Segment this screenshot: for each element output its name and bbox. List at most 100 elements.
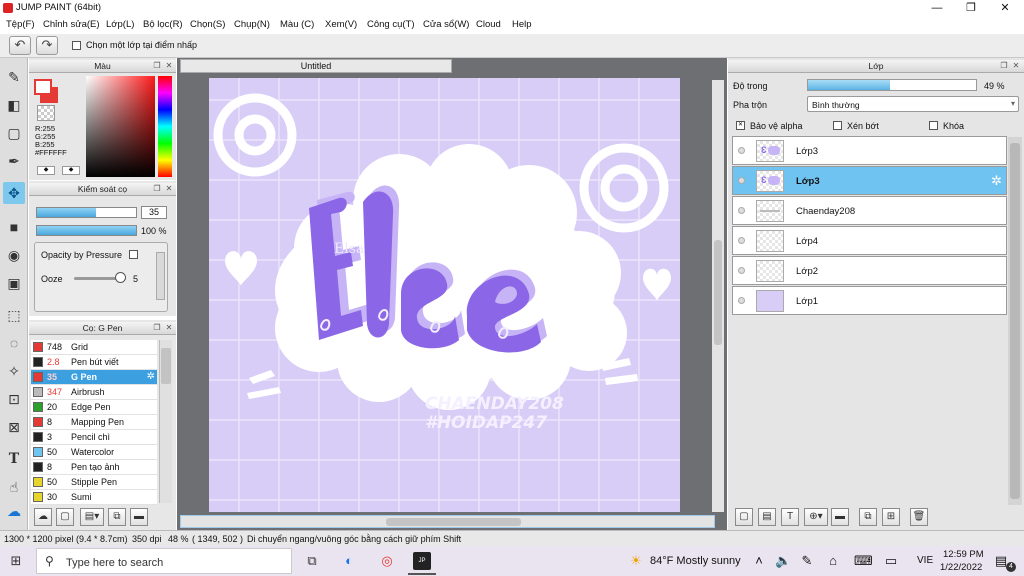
brush-copy-icon[interactable]: ⧉	[108, 508, 126, 526]
undo-button[interactable]: ↶	[9, 36, 31, 55]
primary-color-swatch[interactable]	[34, 79, 52, 95]
ooze-slider-thumb[interactable]	[115, 272, 126, 283]
tray-chevron-icon[interactable]: ˄	[752, 553, 766, 569]
taskbar-search[interactable]: ⚲ Type here to search	[36, 548, 292, 574]
layer-opacity-slider[interactable]	[807, 79, 977, 91]
select-eraser-tool-icon[interactable]: ⊠	[3, 416, 25, 438]
panel-close-icon[interactable]: ✕	[1011, 61, 1021, 71]
canvas-horizontal-scrollbar[interactable]	[180, 515, 715, 528]
brush-menu-icon[interactable]: ▤▾	[80, 508, 104, 526]
volume-icon[interactable]: 🔈	[775, 553, 791, 569]
brush-list-item[interactable]: 2.8 Pen bút viết	[31, 355, 157, 370]
layer-settings-icon[interactable]: ✲	[991, 173, 1002, 189]
edge-browser-icon[interactable]: ◐	[340, 553, 358, 569]
maximize-button[interactable]: ❐	[954, 0, 988, 17]
lock-checkbox[interactable]	[929, 120, 938, 131]
select-layer-checkbox[interactable]	[72, 40, 81, 51]
clipping-checkbox[interactable]	[833, 120, 842, 131]
gradient-tool-icon[interactable]: ▣	[3, 272, 25, 294]
menu-help[interactable]: Help	[512, 19, 532, 30]
canvas[interactable]: Elsa CHAENDAY208 #HOIDAP247	[209, 78, 680, 512]
menu-layer[interactable]: Lớp(L)	[106, 19, 134, 30]
fill-rect-tool-icon[interactable]: ■	[3, 216, 25, 238]
menu-capture[interactable]: Chụp(N)	[234, 19, 270, 30]
weather-text[interactable]: 84°F Mostly sunny	[650, 555, 741, 567]
panel-float-icon[interactable]: ❐	[152, 323, 162, 333]
brush-list-item[interactable]: 20 Edge Pen	[31, 400, 157, 415]
color-mode-button-1[interactable]: ◆	[37, 166, 55, 175]
pen-workspace-icon[interactable]: ✎	[800, 553, 814, 569]
pen-tool-icon[interactable]: ✒	[3, 150, 25, 172]
brush-tool-icon[interactable]: ✎	[3, 66, 25, 88]
panel-float-icon[interactable]: ❐	[999, 61, 1009, 71]
canvas-vertical-scrollbar[interactable]	[712, 80, 724, 512]
cloud-tool-icon[interactable]: ☁	[3, 500, 25, 522]
menu-cloud[interactable]: Cloud	[476, 19, 501, 30]
menu-filter[interactable]: Bộ lọc(R)	[143, 19, 183, 30]
blend-mode-select[interactable]: Bình thường ▾	[807, 96, 1019, 112]
new-brush-icon[interactable]: ▢	[56, 508, 74, 526]
layer-row[interactable]: Chaenday208	[732, 196, 1007, 225]
delete-layer-icon[interactable]: 🗑	[910, 508, 928, 526]
panel-close-icon[interactable]: ✕	[164, 323, 174, 333]
network-icon[interactable]: ⌂	[826, 553, 840, 569]
layer-visibility-icon[interactable]	[738, 237, 745, 244]
merge-layer-icon[interactable]: ⊞	[882, 508, 900, 526]
close-button[interactable]: ✕	[988, 0, 1022, 17]
brush-size-value[interactable]: 35	[141, 206, 167, 219]
brush-folder-icon[interactable]: ▬	[130, 508, 148, 526]
chrome-browser-icon[interactable]: ◎	[378, 553, 396, 569]
redo-button[interactable]: ↷	[36, 36, 58, 55]
monitor-icon[interactable]: ▭	[884, 553, 898, 569]
magic-wand-tool-icon[interactable]: ✧	[3, 360, 25, 382]
layer-row[interactable]: Lớp1	[732, 286, 1007, 315]
menu-view[interactable]: Xem(V)	[325, 19, 357, 30]
layer-visibility-icon[interactable]	[738, 177, 745, 184]
brush-settings-icon[interactable]: ✲	[147, 370, 155, 384]
brush-list-item[interactable]: 50 Watercolor	[31, 445, 157, 460]
layer-row[interactable]: Lớp4	[732, 226, 1007, 255]
layer-folder-icon[interactable]: ▬	[831, 508, 849, 526]
menu-tools[interactable]: Công cụ(T)	[367, 19, 415, 30]
brush-size-slider[interactable]	[36, 207, 137, 218]
brush-list-item[interactable]: 30 Sumi	[31, 490, 157, 505]
bucket-tool-icon[interactable]: ◉	[3, 244, 25, 266]
brush-cloud-icon[interactable]: ☁	[34, 508, 52, 526]
select-rect-tool-icon[interactable]: ⬚	[3, 304, 25, 326]
task-view-icon[interactable]: ⧉	[303, 553, 321, 569]
menu-file[interactable]: Tệp(F)	[6, 19, 35, 30]
color-mode-button-2[interactable]: ◆	[62, 166, 80, 175]
layer-row[interactable]: Ɛ Lớp3 ✲	[732, 166, 1007, 195]
brush-opacity-slider[interactable]	[36, 225, 137, 236]
windows-start-icon[interactable]: ⊞	[8, 553, 24, 569]
layer-visibility-icon[interactable]	[738, 297, 745, 304]
keyboard-icon[interactable]: ⌨	[854, 553, 873, 569]
brush-list-scrollbar[interactable]	[159, 340, 172, 503]
clock-time[interactable]: 12:59 PM	[943, 549, 984, 560]
menu-select[interactable]: Chọn(S)	[190, 19, 225, 30]
layers-scrollbar[interactable]	[1008, 137, 1022, 505]
new-raster-layer-icon[interactable]: ▤	[758, 508, 776, 526]
transparent-swatch[interactable]	[37, 105, 55, 121]
eraser-tool-icon[interactable]: ◧	[3, 94, 25, 116]
hand-tool-icon[interactable]: ☝	[3, 476, 25, 498]
brush-list-item[interactable]: 8 Mapping Pen	[31, 415, 157, 430]
brush-list-item[interactable]: 50 Stipple Pen	[31, 475, 157, 490]
text-tool-icon[interactable]: T	[3, 448, 25, 470]
menu-color[interactable]: Màu (C)	[280, 19, 314, 30]
panel-close-icon[interactable]: ✕	[164, 61, 174, 71]
brush-list-item[interactable]: 748 Grid	[31, 340, 157, 355]
brush-list-item[interactable]: 35 G Pen ✲	[31, 370, 157, 385]
jump-paint-taskbar-icon[interactable]: JP	[413, 552, 431, 570]
brush-list-item[interactable]: 347 Airbrush	[31, 385, 157, 400]
brush-list-item[interactable]: 3 Pencil chì	[31, 430, 157, 445]
document-tab[interactable]: Untitled	[180, 59, 452, 73]
clock-date[interactable]: 1/22/2022	[940, 562, 982, 573]
layer-row[interactable]: Lớp2	[732, 256, 1007, 285]
new-layer-icon[interactable]: ▢	[735, 508, 753, 526]
hue-slider[interactable]	[158, 76, 172, 177]
brush-options-scrollbar[interactable]	[156, 252, 165, 300]
language-indicator[interactable]: VIE	[917, 555, 933, 566]
protect-alpha-checkbox[interactable]: ✕	[736, 120, 745, 131]
move-tool-icon[interactable]: ✥	[3, 182, 25, 204]
